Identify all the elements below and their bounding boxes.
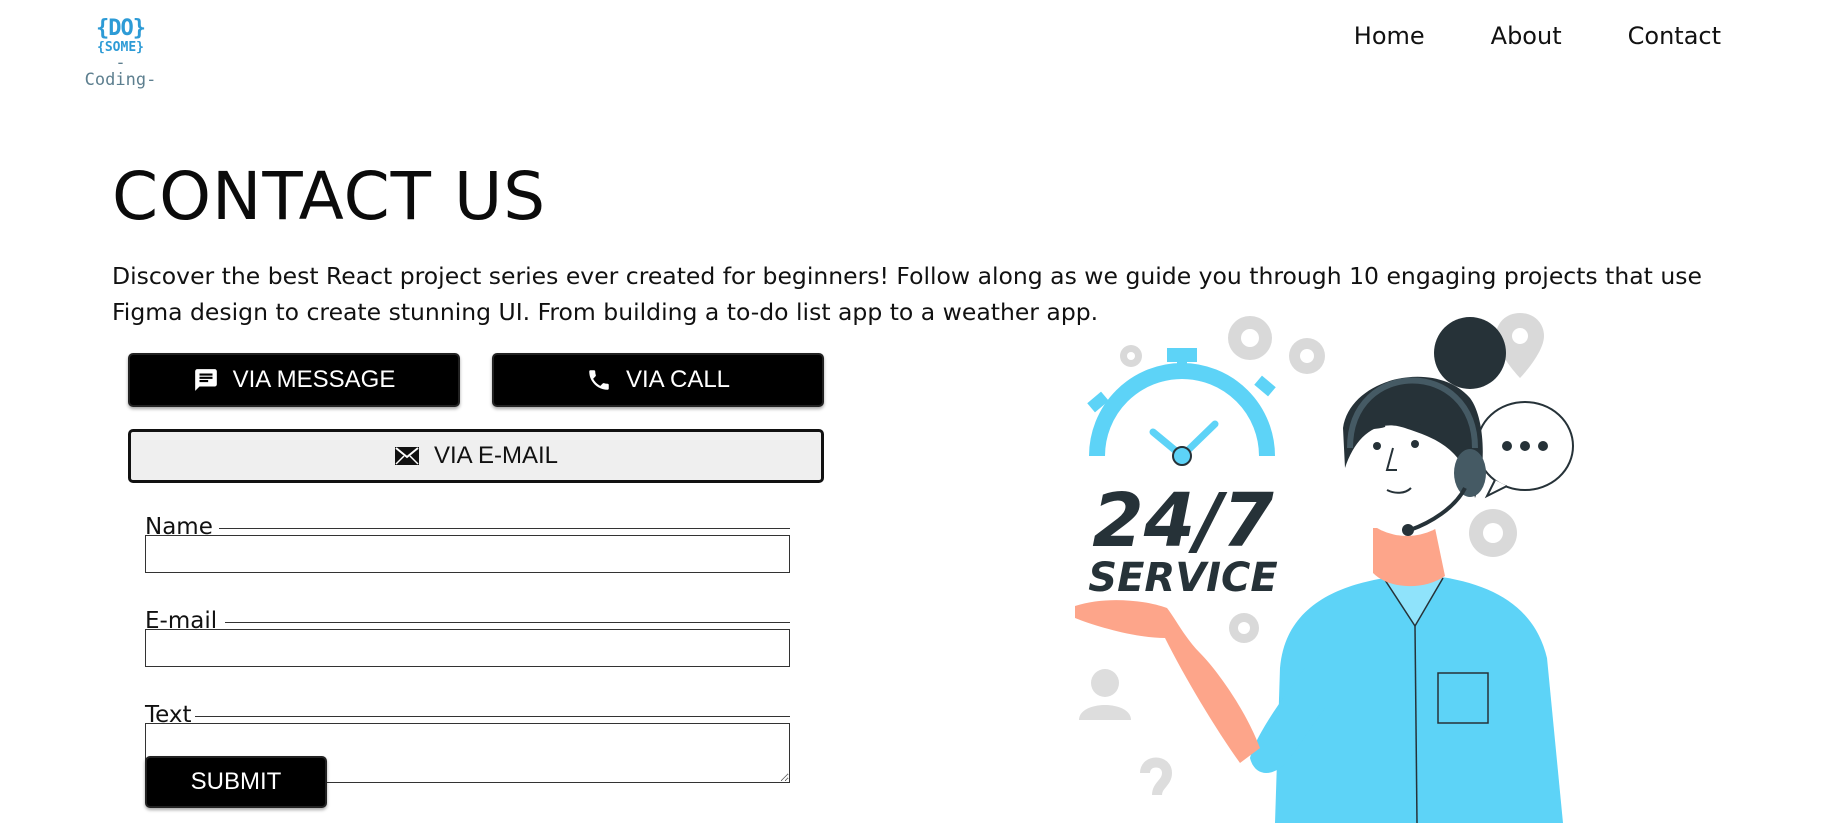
- email-field-group: E-mail: [145, 607, 790, 667]
- name-label-rule: [219, 528, 790, 529]
- nav-contact-link[interactable]: Contact: [1628, 22, 1721, 50]
- nav-about-link[interactable]: About: [1491, 22, 1562, 50]
- email-label-rule: [225, 622, 790, 623]
- via-call-button[interactable]: VIA CALL: [492, 353, 824, 407]
- chat-icon: [193, 367, 219, 393]
- text-label-rule: [195, 716, 790, 717]
- via-call-label: VIA CALL: [625, 366, 731, 393]
- top-nav: Home About Contact: [1354, 22, 1721, 50]
- page-title: CONTACT US: [112, 158, 547, 235]
- logo-line-3: -Coding-: [84, 53, 157, 90]
- question-mark-icon: [1140, 757, 1173, 796]
- via-email-button[interactable]: VIA E-MAIL: [128, 429, 824, 483]
- user-icon: [1079, 669, 1131, 720]
- service-big-text: 24/7: [1092, 478, 1274, 564]
- via-message-label: VIA MESSAGE: [232, 366, 396, 393]
- logo[interactable]: {DO} {SOME} -Coding-: [83, 16, 158, 89]
- submit-button[interactable]: SUBMIT: [145, 756, 327, 808]
- via-email-label: VIA E-MAIL: [433, 442, 559, 469]
- support-illustration: 24/7 SERVICE: [1075, 308, 1585, 824]
- speech-bubble-icon: [1476, 401, 1574, 499]
- support-illustration-svg: 24/7 SERVICE: [1075, 313, 1574, 824]
- nav-home-link[interactable]: Home: [1354, 22, 1425, 50]
- stopwatch-icon: [1087, 348, 1276, 466]
- logo-line-1: {DO}: [96, 16, 146, 41]
- via-message-button[interactable]: VIA MESSAGE: [128, 353, 460, 407]
- service-sub-text: SERVICE: [1088, 555, 1277, 601]
- email-input[interactable]: [145, 629, 790, 667]
- name-input[interactable]: [145, 535, 790, 573]
- name-field-group: Name: [145, 513, 790, 573]
- phone-icon: [586, 367, 612, 393]
- mail-icon: [394, 445, 420, 467]
